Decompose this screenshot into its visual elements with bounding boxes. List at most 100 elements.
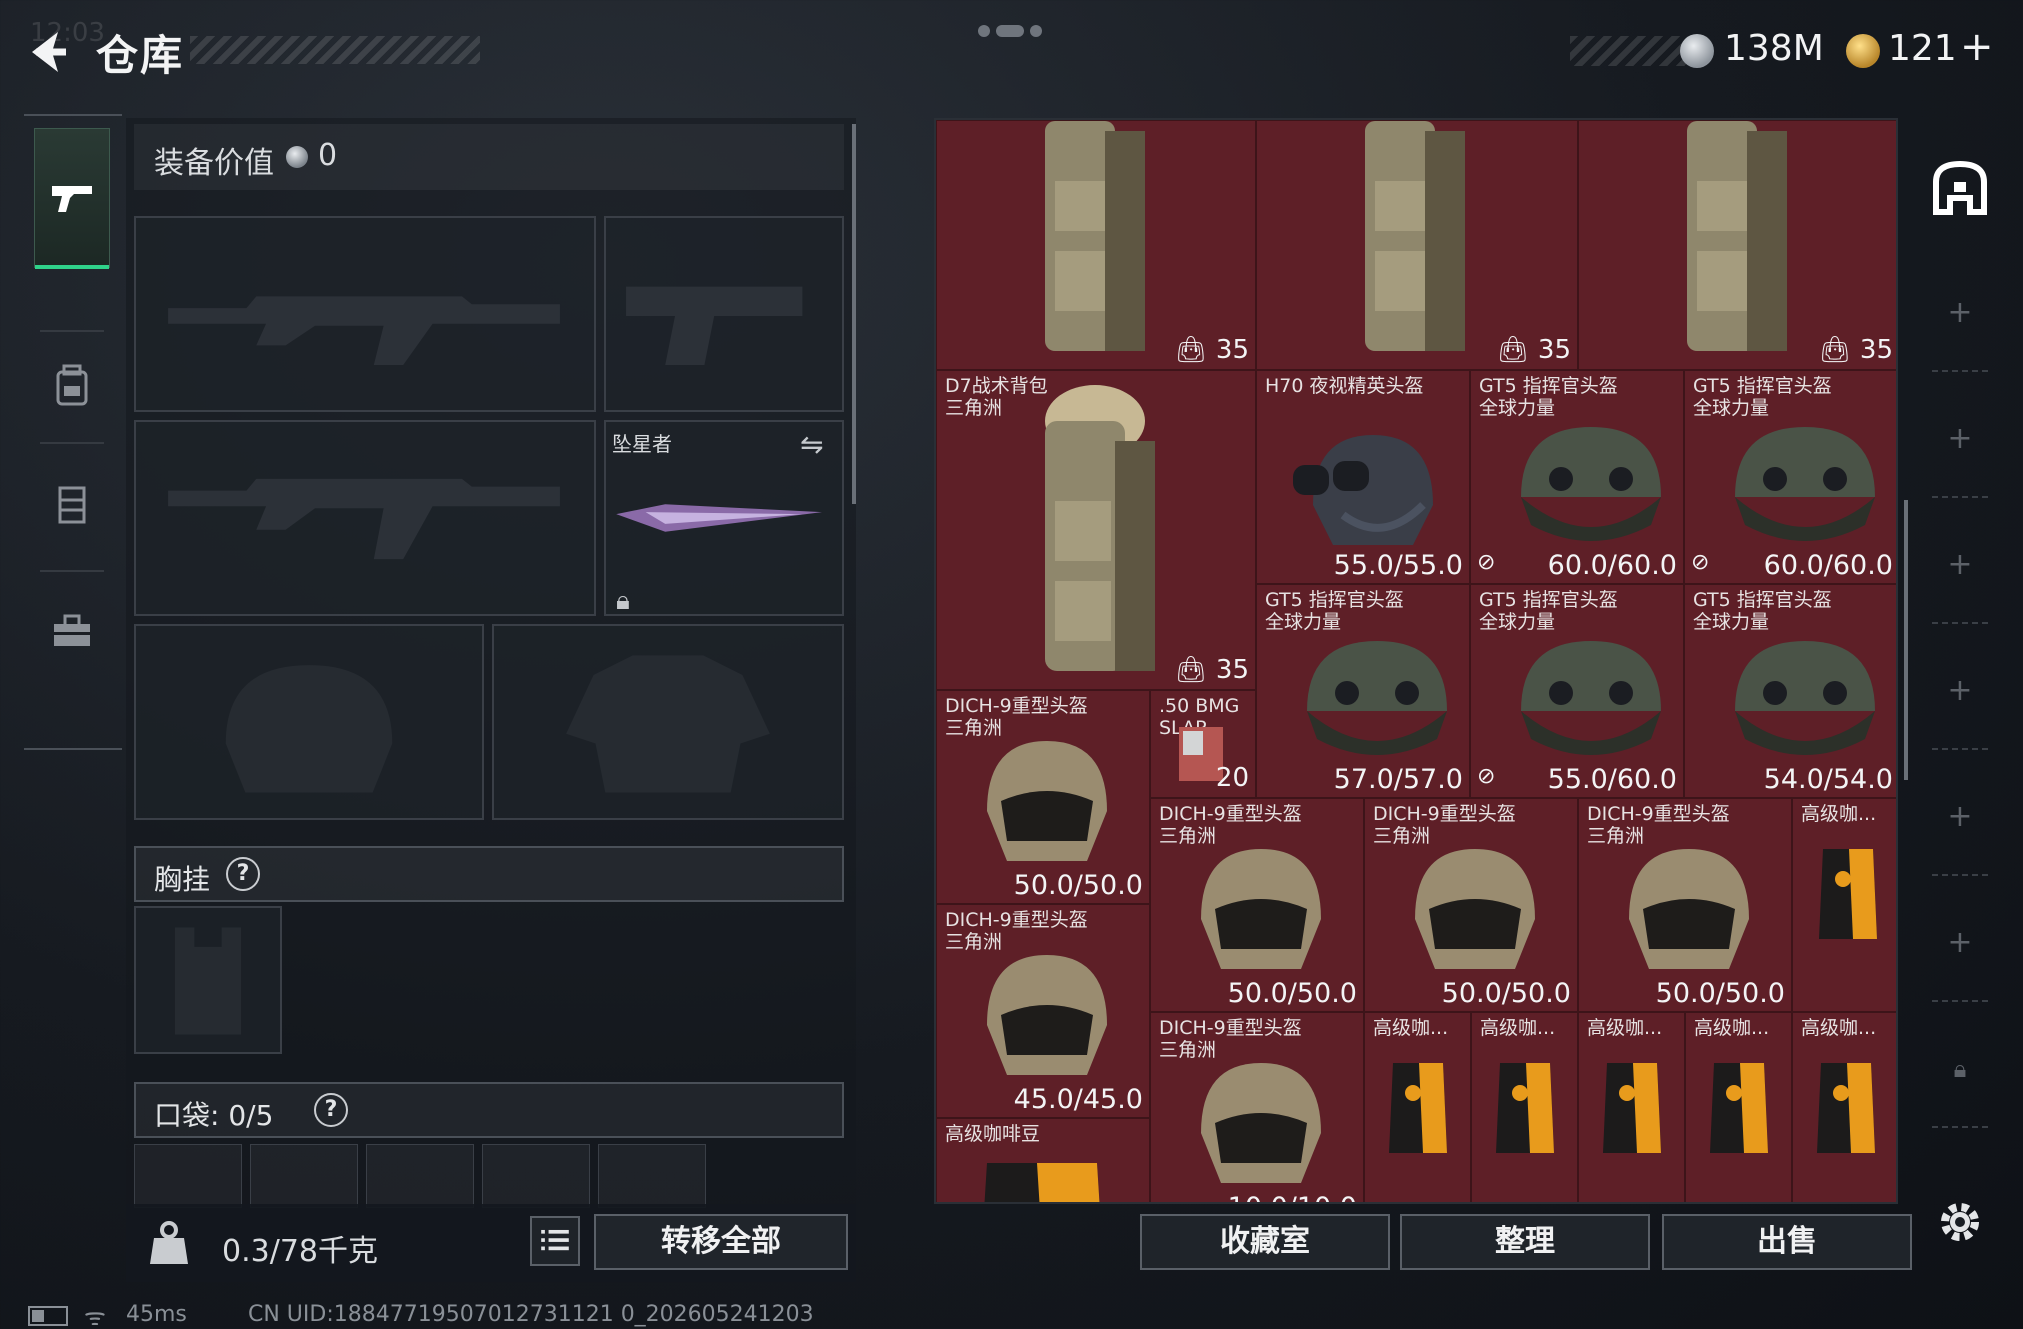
equipment-value-label: 装备价值 (154, 146, 274, 181)
chest-rig-slot[interactable] (134, 906, 282, 1054)
primary-weapon-slot[interactable] (134, 216, 596, 412)
stash-page-icon[interactable] (1930, 158, 1990, 218)
tab-weapons[interactable] (34, 128, 110, 269)
add-stash-page-button[interactable]: + (1932, 254, 1988, 372)
helmet-icon (1735, 641, 1875, 755)
item-durability: 54.0/54.0 (1763, 764, 1893, 795)
swap-icon[interactable]: ⇋ (800, 428, 823, 461)
body-armor-slot[interactable] (492, 624, 844, 820)
stash-item[interactable]: GT5 指挥官头盔 全球力量 54.0/54.0 (1684, 584, 1896, 798)
gear-icon[interactable] (1934, 1196, 1986, 1248)
stash-item[interactable]: GT5 指挥官头盔 全球力量 ⊘ 55.0/60.0 (1470, 584, 1684, 798)
heavy-helmet-icon (1201, 1063, 1321, 1183)
back-arrow-icon (32, 32, 66, 72)
add-stash-page-button[interactable]: + (1932, 632, 1988, 750)
pocket-label: 口袋: 0/5 (154, 1099, 274, 1132)
stash-item[interactable]: 高级咖... (1685, 1012, 1792, 1202)
item-name: 高级咖啡豆 (945, 1123, 1041, 1145)
stash-item[interactable]: DICH-9重型头盔 三角洲 45.0/45.0 (936, 904, 1150, 1118)
tab-toolbox[interactable] (34, 576, 110, 688)
item-name: 高级咖... (1694, 1017, 1770, 1039)
stash-item[interactable]: 👜︎ 35 (1256, 120, 1578, 370)
helmet-slot[interactable] (134, 624, 484, 820)
stash-grid[interactable]: 👜︎ 35 👜︎ 35 👜︎ 35 D7战术背包 三角洲 👜︎ 35 H70 夜… (934, 118, 1898, 1204)
item-durability: 50.0/50.0 (1655, 978, 1785, 1009)
sell-button[interactable]: 出售 (1662, 1214, 1912, 1270)
no-repair-icon: ⊘ (1477, 764, 1496, 789)
stash-item[interactable]: 高级咖... (1578, 1012, 1685, 1202)
melee-name: 坠星者 (612, 432, 672, 456)
item-name: GT5 指挥官头盔 (1693, 589, 1832, 611)
stash-item[interactable]: DICH-9重型头盔 三角洲 50.0/50.0 (1364, 798, 1578, 1012)
item-durability: 45.0/45.0 (1013, 1084, 1143, 1115)
stash-item[interactable]: 👜︎ 35 (936, 120, 1256, 370)
pocket-slot[interactable] (366, 1144, 474, 1208)
item-durability: 60.0/60.0 (1547, 550, 1677, 581)
add-stash-page-button[interactable]: + (1932, 380, 1988, 498)
pocket-slot[interactable] (482, 1144, 590, 1208)
helmet-icon (1521, 641, 1661, 755)
stash-item[interactable]: 高级咖啡豆 (936, 1118, 1150, 1202)
item-durability: 55.0/55.0 (1333, 550, 1463, 581)
stash-item[interactable]: 高级咖... (1471, 1012, 1578, 1202)
sort-button[interactable]: 整理 (1400, 1214, 1650, 1270)
stash-item[interactable]: GT5 指挥官头盔 全球力量 ⊘ 60.0/60.0 (1470, 370, 1684, 584)
tab-armor[interactable] (34, 448, 110, 560)
item-count: 👜︎ 35 (1174, 655, 1249, 685)
briefcase-icon (54, 614, 90, 646)
secondary-weapon-slot[interactable] (134, 420, 596, 616)
heavy-helmet-icon (987, 741, 1107, 861)
stash-scrollbar[interactable] (1904, 500, 1908, 780)
item-name: GT5 指挥官头盔 (1479, 375, 1618, 397)
help-icon[interactable]: ? (314, 1093, 348, 1127)
item-name: DICH-9重型头盔 (1159, 803, 1302, 825)
stash-item[interactable]: 高级咖... (1792, 1012, 1896, 1202)
helmet-icon (1735, 427, 1875, 541)
stash-item[interactable]: H70 夜视精英头盔 55.0/55.0 (1256, 370, 1470, 584)
stash-item[interactable]: GT5 指挥官头盔 全球力量 ⊘ 60.0/60.0 (1684, 370, 1896, 584)
back-button[interactable] (22, 26, 70, 78)
coin-balance: 138M (1724, 28, 1824, 69)
stash-item[interactable]: 👜︎ 35 (1578, 120, 1896, 370)
page-indicator[interactable] (978, 22, 1048, 41)
stash-item[interactable]: DICH-9重型头盔 三角洲 50.0/50.0 (1578, 798, 1792, 1012)
stash-item[interactable]: DICH-9重型头盔 三角洲 50.0/50.0 (936, 690, 1150, 904)
item-name: GT5 指挥官头盔 (1479, 589, 1618, 611)
stash-item[interactable]: 高级咖... (1364, 1012, 1471, 1202)
item-name: DICH-9重型头盔 (1159, 1017, 1302, 1039)
locked-stash-page[interactable]: 🔒︎ (1932, 1010, 1988, 1128)
coffee-bag-icon (984, 1163, 1100, 1202)
item-durability: 60.0/60.0 (1763, 550, 1893, 581)
rifle-silhouette-icon (168, 478, 560, 560)
pocket-slot[interactable] (134, 1144, 242, 1208)
transfer-all-button[interactable]: 转移全部 (594, 1214, 848, 1270)
add-stash-page-button[interactable]: + (1932, 506, 1988, 624)
stash-item[interactable]: .50 BMG SLAP 20 (1150, 690, 1256, 798)
ping: 45ms (126, 1302, 187, 1327)
help-icon[interactable]: ? (226, 857, 260, 891)
item-durability: 10.0/10.0 (1228, 1192, 1357, 1202)
add-currency-button[interactable]: + (1960, 24, 1994, 70)
collection-room-button[interactable]: 收藏室 (1140, 1214, 1390, 1270)
stash-item[interactable]: D7战术背包 三角洲 👜︎ 35 (936, 370, 1256, 690)
stash-item[interactable]: DICH-9重型头盔 三角洲 50.0/50.0 (1150, 798, 1364, 1012)
stash-item[interactable]: GT5 指挥官头盔 全球力量 57.0/57.0 (1256, 584, 1470, 798)
item-subtitle: 三角洲 (945, 397, 1003, 419)
add-stash-page-button[interactable]: + (1932, 758, 1988, 876)
stash-item[interactable]: 高级咖... (1792, 798, 1896, 1012)
pocket-slot[interactable] (250, 1144, 358, 1208)
loadout-scrollbar[interactable] (852, 124, 856, 504)
stash-item[interactable]: DICH-9重型头盔 三角洲 10.0/10.0 (1150, 1012, 1364, 1202)
pocket-slot[interactable] (598, 1144, 706, 1208)
night-vision-helmet-icon (1293, 435, 1433, 545)
tab-backpack[interactable] (34, 336, 110, 436)
vest-icon (58, 486, 86, 524)
sidearm-slot[interactable] (604, 216, 844, 412)
no-repair-icon: ⊘ (1477, 550, 1496, 575)
add-stash-page-button[interactable]: + (1932, 884, 1988, 1002)
item-name: 高级咖... (1801, 803, 1877, 825)
coin-icon (286, 146, 308, 168)
list-view-button[interactable] (530, 1216, 580, 1266)
item-name: DICH-9重型头盔 (1373, 803, 1516, 825)
player-uid: CN UID:18847719507012731121 0_2026052412… (248, 1302, 814, 1327)
